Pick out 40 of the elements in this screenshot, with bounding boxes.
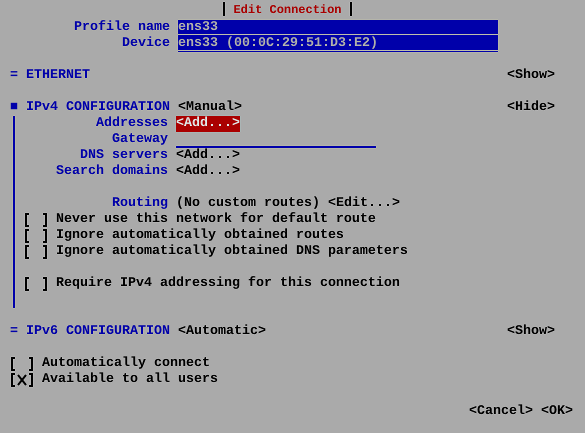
- checkbox-label: Available to all users: [42, 372, 218, 388]
- routing-status: (No custom routes): [176, 196, 320, 212]
- checkbox-label: Never use this network for default route: [56, 212, 376, 228]
- edit-button[interactable]: <Edit...>: [328, 196, 400, 212]
- section-title: IPv6 CONFIGURATION: [26, 324, 170, 340]
- toggle-button[interactable]: <Hide>: [507, 100, 555, 116]
- checkbox-label: Ignore automatically obtained DNS parameters: [56, 244, 408, 260]
- field-label: Device: [121, 36, 170, 52]
- add-button[interactable]: <Add...>: [176, 148, 240, 164]
- section-title: IPv4 CONFIGURATION: [26, 100, 170, 116]
- checkbox-label: Ignore automatically obtained routes: [56, 228, 344, 244]
- checkbox[interactable]: [24, 277, 48, 291]
- field-label: Profile name: [73, 20, 170, 36]
- input-field[interactable]: ens33: [178, 20, 498, 36]
- field-label: DNS servers: [79, 148, 168, 164]
- section-marker: =: [10, 68, 18, 84]
- input-field[interactable]: ens33 (00:0C:29:51:D3:E2): [178, 36, 498, 52]
- add-button[interactable]: <Add...>: [176, 164, 240, 180]
- dialog-button[interactable]: <OK>: [541, 404, 573, 420]
- section-title: ETHERNET: [26, 68, 90, 84]
- checkbox[interactable]: [24, 229, 48, 243]
- mode-button[interactable]: <Automatic>: [178, 324, 266, 340]
- field-label: Routing: [111, 196, 168, 212]
- toggle-button[interactable]: <Show>: [507, 324, 555, 340]
- section-marker: =: [10, 324, 18, 340]
- toggle-button[interactable]: <Show>: [507, 68, 555, 84]
- field-label: Gateway: [111, 132, 168, 148]
- checkbox-label: Require IPv4 addressing for this connection: [56, 276, 400, 292]
- field-label: Search domains: [55, 164, 168, 180]
- checkbox[interactable]: [24, 213, 48, 227]
- dialog-button[interactable]: <Cancel>: [469, 404, 533, 420]
- checkbox-label: Automatically connect: [42, 356, 210, 372]
- dialog-title: Edit Connection: [233, 2, 342, 18]
- checkbox[interactable]: [10, 373, 34, 387]
- field-label: Addresses: [95, 116, 168, 132]
- checkbox[interactable]: [10, 357, 34, 371]
- checkbox[interactable]: [24, 245, 48, 259]
- mode-button[interactable]: <Manual>: [178, 100, 242, 116]
- add-button[interactable]: <Add...>: [176, 116, 240, 132]
- section-marker: ■: [10, 100, 18, 116]
